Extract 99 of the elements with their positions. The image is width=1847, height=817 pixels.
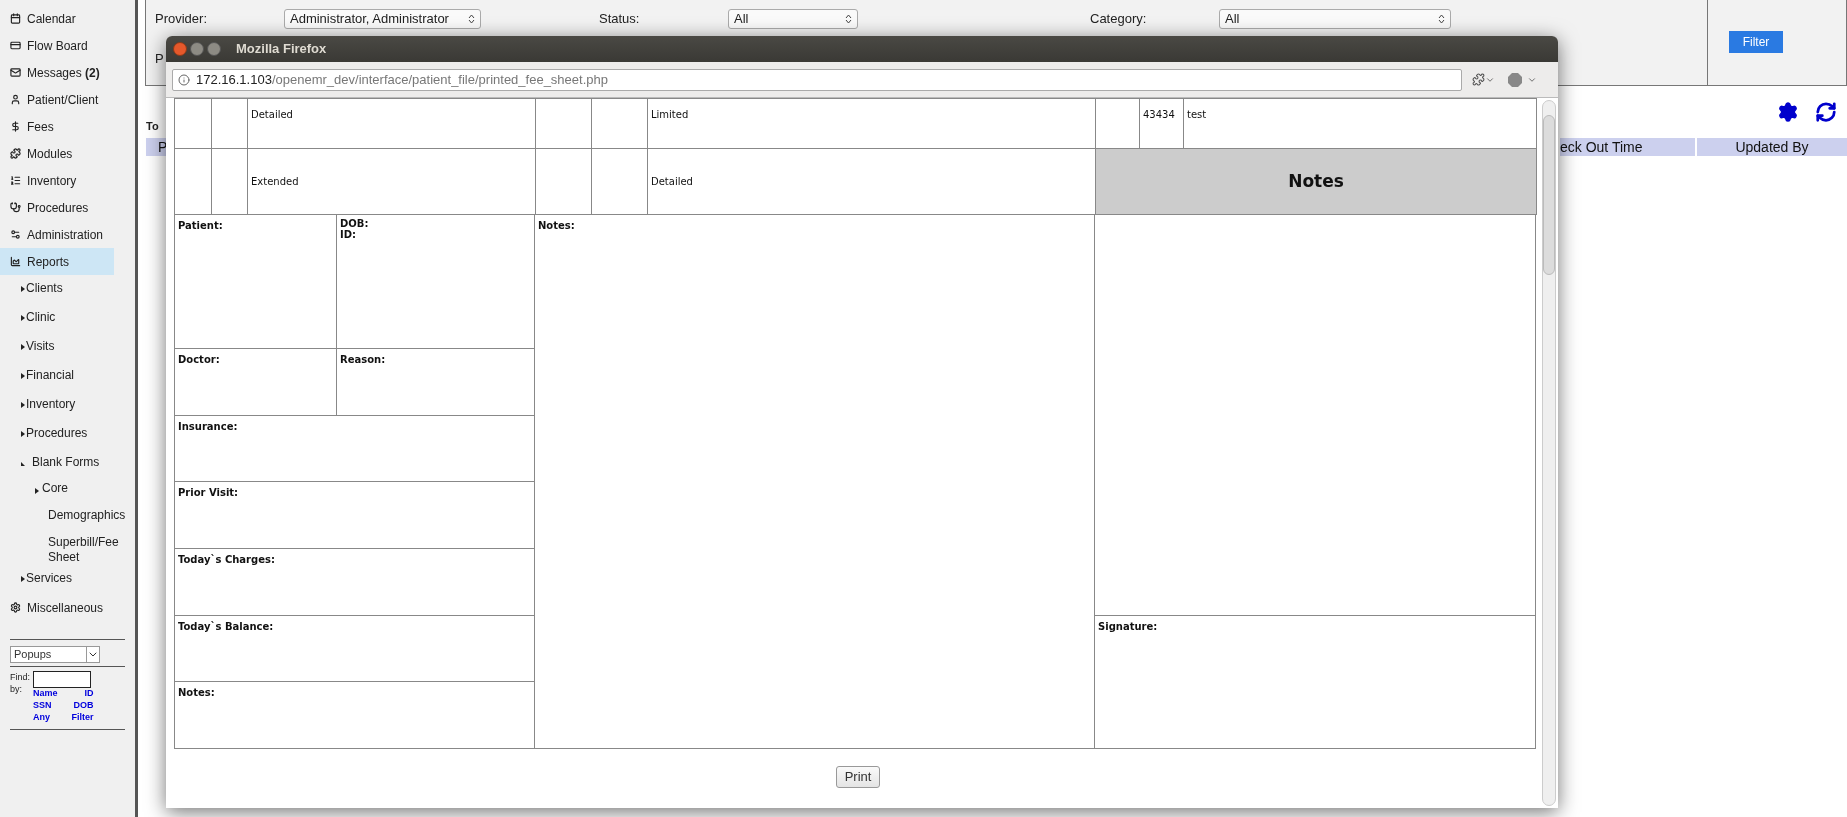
menu-item[interactable]: Administration — [0, 221, 114, 248]
filter-label: Provider: — [155, 10, 209, 29]
url-field[interactable]: 172.16.1.103/openemr_dev/interface/patient_file/printed_fee_sheet.php — [172, 68, 1462, 91]
menu-item[interactable]: Procedures — [0, 194, 114, 221]
scrollbar[interactable] — [1542, 100, 1556, 806]
search-by-link[interactable]: DOB — [71, 699, 94, 711]
cell-text: Detailed — [251, 109, 293, 120]
scroll-thumb[interactable] — [1543, 115, 1555, 275]
field-label: Patient: — [178, 220, 223, 231]
info-icon[interactable] — [178, 73, 190, 86]
submenu-item[interactable]: Blank Forms — [0, 449, 135, 478]
refresh-icon[interactable] — [1815, 101, 1837, 123]
cell-text: Extended — [251, 175, 299, 189]
menu-item[interactable]: Modules — [0, 140, 114, 167]
print-button[interactable]: Print — [835, 766, 881, 788]
envelope-icon — [10, 67, 21, 78]
filter-select[interactable]: All — [728, 9, 858, 29]
puzzle-icon — [10, 148, 21, 159]
submenu-item[interactable]: Financial — [0, 362, 135, 391]
filter-label: Category: — [1090, 10, 1148, 29]
collapsed-triangle-icon[interactable] — [20, 372, 26, 380]
settings-icon[interactable] — [1777, 101, 1799, 123]
url-text: 172.16.1.103/openemr_dev/interface/patient_file/printed_fee_sheet.php — [196, 70, 608, 89]
submenu-item[interactable]: Visits — [0, 333, 135, 362]
spinner-caret-icon — [468, 14, 475, 24]
field-label: Prior Visit: — [178, 487, 239, 498]
submenu-item[interactable]: Procedures — [0, 420, 135, 449]
cell-text: Detailed — [651, 175, 693, 189]
submenu-item[interactable]: Core — [0, 478, 124, 505]
minimize-icon[interactable] — [190, 42, 204, 56]
filter-select[interactable]: Administrator, Administrator — [284, 9, 481, 29]
filter-select[interactable]: All — [1219, 9, 1451, 29]
cell-text: test — [1187, 109, 1207, 120]
field-label: Reason: — [340, 354, 386, 365]
extension-icon[interactable] — [1472, 73, 1485, 86]
search-by-link[interactable]: Filter — [71, 711, 94, 723]
spinner-caret-icon — [845, 14, 852, 24]
maximize-icon[interactable] — [207, 42, 221, 56]
column-header: eck Out Time — [1560, 137, 1695, 156]
menu-item[interactable]: Miscellaneous — [0, 594, 114, 621]
window-title: Mozilla Firefox — [236, 40, 327, 59]
stethoscope-icon — [10, 202, 21, 213]
search-by-link[interactable]: ID — [71, 687, 94, 699]
collapsed-triangle-icon[interactable] — [20, 343, 26, 351]
submenu-item[interactable]: Inventory — [0, 391, 135, 420]
cell-text: Limited — [651, 109, 689, 120]
submenu-item[interactable]: Clinic — [0, 304, 135, 333]
menu-item[interactable]: Inventory — [0, 167, 114, 194]
expanded-triangle-icon[interactable] — [20, 459, 26, 467]
spinner-caret-icon — [1438, 14, 1445, 24]
search-by-link[interactable]: SSN — [33, 699, 58, 711]
column-header: Updated By — [1697, 137, 1847, 156]
submenu-item[interactable]: Services — [0, 565, 135, 594]
dollar-icon — [10, 121, 21, 132]
menu-item[interactable]: Reports — [0, 248, 114, 275]
filter-label: P — [155, 50, 165, 68]
submenu-item[interactable]: Clients — [0, 275, 135, 304]
collapsed-triangle-icon[interactable] — [20, 430, 26, 438]
close-icon[interactable] — [173, 42, 187, 56]
menu-item[interactable]: Flow Board — [0, 32, 114, 59]
collapsed-triangle-icon[interactable] — [20, 401, 26, 409]
collapsed-triangle-icon[interactable] — [20, 575, 26, 583]
card-icon — [10, 40, 21, 51]
field-label: DOB: — [340, 218, 370, 229]
filter-label: Status: — [599, 10, 641, 29]
menu-item[interactable]: Messages (2) — [0, 59, 114, 86]
search-by-link[interactable]: Name — [33, 687, 58, 699]
notes-heading: Notes — [1096, 149, 1537, 215]
by-label: by: — [10, 683, 23, 695]
field-label: Today`s Balance: — [178, 621, 274, 632]
submenu-item[interactable]: Demographics — [0, 505, 124, 532]
gear-icon — [10, 602, 21, 613]
user-icon — [10, 94, 21, 105]
find-label: Find: — [10, 671, 30, 683]
field-label: Signature: — [1098, 621, 1158, 632]
collapsed-triangle-icon[interactable] — [20, 314, 26, 322]
dropdown-caret-icon — [86, 647, 99, 662]
field-label: Doctor: — [178, 354, 220, 365]
submenu-item[interactable]: Superbill/Fee Sheet — [0, 532, 124, 565]
list-icon — [10, 175, 21, 186]
cell-text: 43434 — [1143, 109, 1175, 120]
area-chart-icon — [10, 256, 21, 267]
find-field[interactable] — [33, 671, 91, 688]
popups-select[interactable]: Popups — [10, 646, 100, 663]
filter-button[interactable]: Filter — [1729, 31, 1783, 53]
field-label: ID: — [340, 229, 358, 240]
menu-item[interactable]: Fees — [0, 113, 114, 140]
total-label: To — [146, 119, 160, 134]
menu-item[interactable]: Patient/Client — [0, 86, 114, 113]
collapsed-triangle-icon[interactable] — [20, 285, 26, 293]
field-label: Notes: — [178, 687, 215, 698]
collapsed-triangle-icon[interactable] — [34, 487, 40, 495]
field-label: Insurance: — [178, 421, 238, 432]
field-label: Today`s Charges: — [178, 554, 275, 565]
menu-item[interactable]: Calendar — [0, 5, 114, 32]
calendar-icon — [10, 13, 21, 24]
column-header: P — [146, 137, 166, 156]
search-by-link[interactable]: Any — [33, 711, 58, 723]
field-label: Notes: — [538, 220, 575, 231]
